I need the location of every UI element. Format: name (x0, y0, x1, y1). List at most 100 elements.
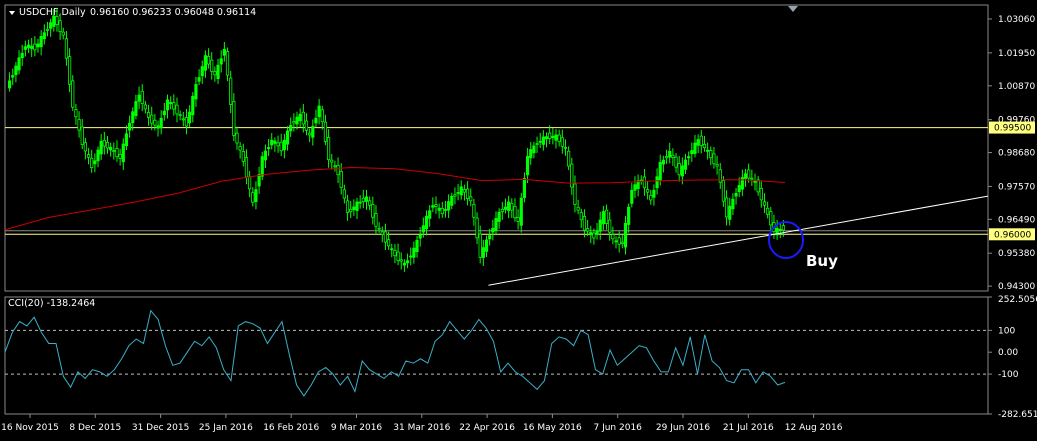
candle-body (390, 248, 394, 251)
candle-body (538, 140, 542, 143)
candle-body (159, 117, 163, 129)
price-tick-label: 0.94300 (998, 282, 1035, 292)
candle-body (323, 121, 328, 142)
candle-body (747, 169, 751, 179)
candle-body (36, 43, 40, 48)
candle-body (115, 148, 119, 158)
candle-body (77, 119, 81, 131)
candle-body (525, 155, 530, 176)
candle-body (333, 165, 337, 168)
candle-body (295, 116, 299, 125)
candle-body (462, 189, 467, 193)
candle-body (567, 150, 571, 167)
candle-body (576, 206, 580, 211)
candle-body (270, 139, 274, 146)
ohlc-readout: 0.96160 0.96233 0.96048 0.96114 (90, 7, 256, 18)
candle-body (664, 156, 669, 159)
candle-body (67, 56, 72, 85)
candle-body (11, 75, 15, 78)
candle-body (282, 139, 286, 151)
date-tick-label: 31 Mar 2016 (393, 423, 450, 433)
candle-body (23, 46, 27, 50)
candle-body (118, 153, 122, 159)
candle-body (165, 99, 170, 111)
candle-body (769, 211, 773, 226)
candle-body (560, 137, 564, 147)
candle-body (469, 196, 473, 202)
chart-canvas[interactable]: USDCHF,Daily 0.96160 0.96233 0.96048 0.96… (0, 0, 1037, 441)
candle-body (64, 38, 69, 59)
candle-body (706, 149, 710, 152)
candle-body (184, 117, 189, 127)
candle-body (699, 135, 703, 147)
candle-body (55, 16, 59, 25)
price-tick-label: 0.96490 (998, 215, 1035, 225)
candle-body (753, 180, 757, 183)
candle-body (260, 156, 264, 177)
date-tick-label: 22 Apr 2016 (459, 423, 515, 433)
candle-body (459, 186, 463, 196)
support-trendline[interactable] (488, 195, 989, 286)
candle-body (724, 197, 729, 218)
candle-body (238, 146, 242, 151)
candle-body (728, 205, 732, 220)
candle-body (409, 255, 413, 258)
candle-body (646, 189, 650, 193)
candle-body (642, 176, 647, 189)
candle-body (781, 225, 786, 231)
symbol-menu-icon[interactable] (9, 11, 15, 15)
candle-body (431, 205, 435, 208)
candle-body (216, 64, 220, 79)
candle-body (339, 170, 343, 188)
candle-body (7, 80, 12, 89)
candle-body (304, 120, 309, 131)
candle-body (633, 184, 637, 191)
candle-body (279, 141, 283, 152)
date-tick-label: 31 Dec 2015 (132, 423, 190, 433)
price-tick-label: 1.00870 (998, 82, 1035, 92)
cci-line[interactable] (4, 309, 786, 397)
candle-body (317, 105, 321, 118)
candle-body (121, 143, 125, 163)
candle-body (620, 241, 624, 244)
price-tick-label: 0.95380 (998, 249, 1035, 259)
candle-body (683, 159, 688, 170)
candle-body (374, 213, 378, 227)
candle-body (213, 71, 217, 76)
candle-body (153, 119, 157, 126)
candle-body (191, 95, 195, 116)
candle-body (254, 189, 258, 202)
candle-body (529, 149, 533, 159)
candle-body (345, 200, 350, 213)
candle-body (364, 196, 369, 202)
candle-body (232, 101, 236, 136)
buy-annotation-label: Buy (806, 252, 838, 270)
candle-body (488, 235, 492, 240)
buy-circle-annotation[interactable] (768, 221, 804, 259)
candle-body (750, 177, 754, 180)
date-tick-label: 16 Feb 2016 (263, 423, 319, 433)
candle-body (330, 159, 334, 163)
cci-tick-label: -282.6519 (998, 410, 1037, 420)
candle-body (450, 196, 454, 206)
candle-body (497, 211, 501, 222)
cci-tick-label: 100 (998, 326, 1015, 336)
candle-body (396, 251, 400, 261)
candle-body (475, 217, 479, 239)
candle-body (434, 203, 438, 207)
candle-body (731, 198, 735, 210)
candle-body (554, 134, 558, 141)
candle-body (582, 216, 587, 231)
candle-body (472, 203, 476, 218)
candle-body (203, 55, 208, 71)
cci-tick-label: 0.00 (998, 348, 1018, 358)
candle-body (74, 109, 78, 118)
candle-body (146, 111, 151, 118)
moving-average-line[interactable] (4, 167, 786, 231)
chart-shift-marker-icon[interactable] (788, 6, 798, 12)
candle-body (570, 163, 574, 188)
candle-body (137, 94, 141, 102)
candle-body (677, 162, 681, 176)
candle-body (671, 154, 675, 158)
candle-body (58, 20, 62, 33)
